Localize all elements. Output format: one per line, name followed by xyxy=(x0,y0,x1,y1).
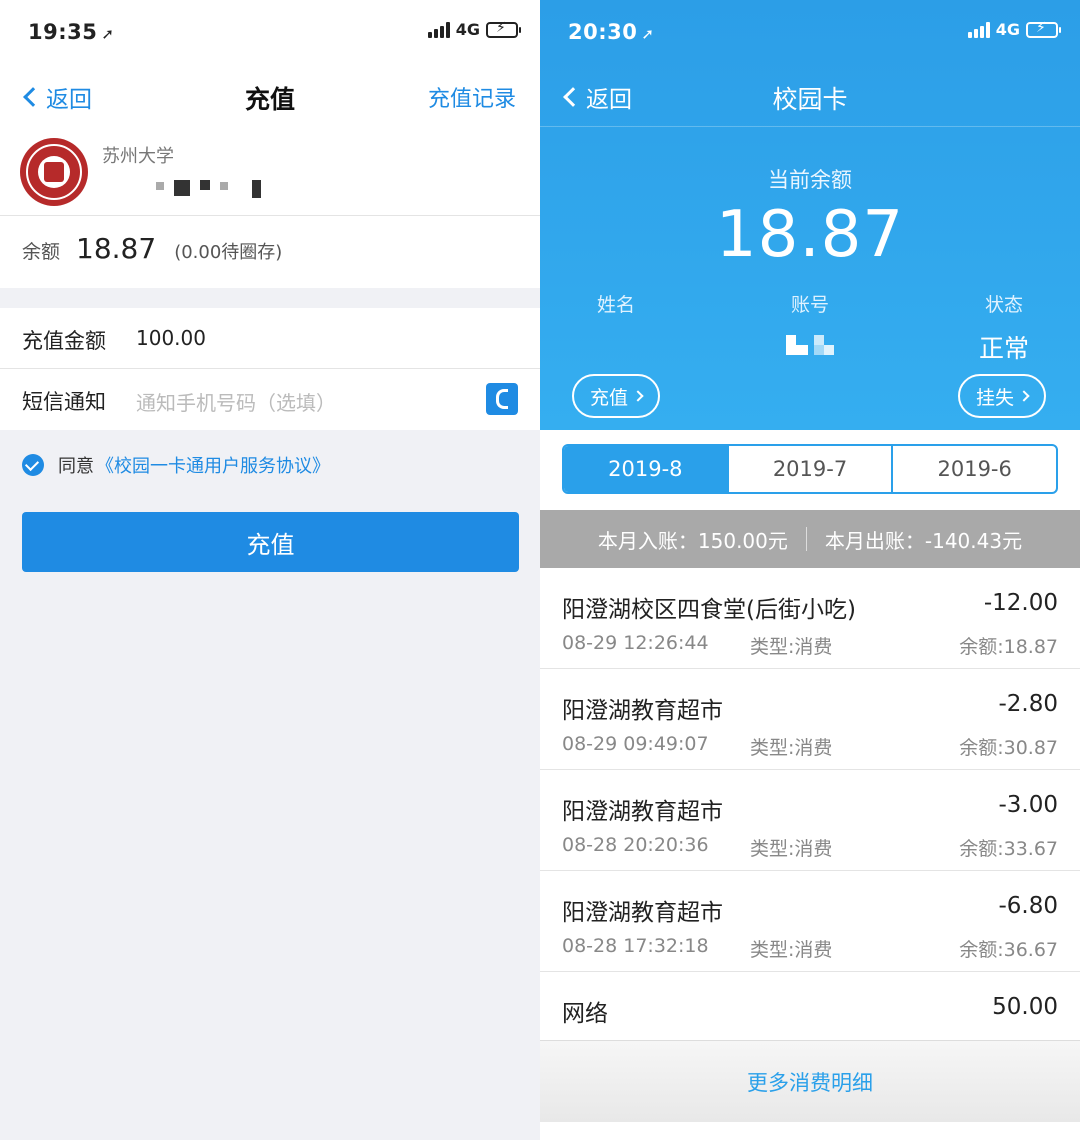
month-tabs: 2019-8 2019-7 2019-6 xyxy=(562,444,1058,494)
transaction-time: 08-29 09:49:07 xyxy=(562,733,709,755)
monthly-expense: 本月出账：-140.43元 xyxy=(824,528,1023,553)
masked-account xyxy=(786,335,834,355)
agreement-link[interactable]: 《校园一卡通用户服务协议》 xyxy=(96,452,330,478)
recharge-button[interactable]: 充值 xyxy=(572,374,660,418)
amount-row[interactable]: 充值金额 100.00 xyxy=(0,308,540,369)
status-bar: 19:35 ➚ 4G ⚡ xyxy=(0,0,540,68)
divider xyxy=(0,215,540,216)
status-indicators: 4G ⚡ xyxy=(967,20,1061,39)
name-column: 姓名 xyxy=(540,290,706,317)
phone-input[interactable]: 通知手机号码（选填） xyxy=(136,387,336,416)
account-label: 账号 xyxy=(790,294,829,316)
status-label: 状态 xyxy=(984,294,1023,316)
name-label: 姓名 xyxy=(596,294,635,316)
signal-icon xyxy=(427,22,450,38)
balance-header: 20:30 ➚ 4G ⚡ 返回 校园卡 当前余额 18.87 姓名 账号 状态 … xyxy=(540,0,1080,430)
checkmark-icon[interactable] xyxy=(22,454,44,476)
list-item[interactable]: 阳澄湖校区四食堂(后街小吃) -12.00 08-29 12:26:44 类型:… xyxy=(540,568,1080,669)
transaction-amount: -2.80 xyxy=(998,691,1058,717)
status-value: 正常 xyxy=(978,334,1029,363)
divider xyxy=(805,527,807,551)
current-balance-label: 当前余额 xyxy=(768,168,852,192)
balance-label: 余额 xyxy=(22,241,61,263)
agreement-prefix: 同意 xyxy=(58,456,94,477)
recharge-button-label: 充值 xyxy=(589,386,628,409)
transaction-time: 08-28 17:32:18 xyxy=(562,935,709,957)
report-lost-button[interactable]: 挂失 xyxy=(958,374,1046,418)
monthly-summary: 本月入账：150.00元 本月出账：-140.43元 xyxy=(540,510,1080,568)
tab-2019-7[interactable]: 2019-7 xyxy=(729,446,894,492)
tab-2019-6[interactable]: 2019-6 xyxy=(893,446,1056,492)
transaction-list: 阳澄湖校区四食堂(后街小吃) -12.00 08-29 12:26:44 类型:… xyxy=(540,568,1080,1073)
recharge-submit-button[interactable]: 充值 xyxy=(22,512,519,572)
merchant-name: 阳澄湖教育超市 xyxy=(562,698,723,724)
nav-bar: 返回 充值 充值记录 xyxy=(0,68,540,126)
agreement-row: 同意 《校园一卡通用户服务协议》 xyxy=(22,452,330,478)
balance-after: 余额:36.67 xyxy=(959,939,1058,961)
balance-after: 余额:18.87 xyxy=(959,636,1058,658)
phone-book-icon[interactable] xyxy=(486,383,518,415)
transaction-type: 类型:消费 xyxy=(750,636,833,658)
page-title: 校园卡 xyxy=(772,85,848,114)
sms-row: 短信通知 通知手机号码（选填） xyxy=(0,369,540,430)
more-details-button[interactable]: 更多消费明细 xyxy=(540,1040,1080,1122)
divider xyxy=(540,126,1080,127)
status-bar: 20:30 ➚ 4G ⚡ xyxy=(540,0,1080,68)
card-info: 苏州大学 余额 18.87 (0.00待圈存) xyxy=(0,126,540,288)
balance-row: 余额 18.87 (0.00待圈存) xyxy=(22,232,282,265)
merchant-name: 阳澄湖教育超市 xyxy=(562,900,723,926)
list-item[interactable]: 阳澄湖教育超市 -3.00 08-28 20:20:36 类型:消费 余额:33… xyxy=(540,770,1080,871)
status-column: 状态 正常 xyxy=(914,290,1080,365)
pending-amount: (0.00待圈存) xyxy=(174,242,283,263)
battery-charging-icon: ⚡ xyxy=(1026,20,1061,38)
list-item[interactable]: 阳澄湖教育超市 -2.80 08-29 09:49:07 类型:消费 余额:30… xyxy=(540,669,1080,770)
account-column: 账号 xyxy=(720,290,900,355)
network-type: 4G xyxy=(455,20,480,39)
transaction-amount: -6.80 xyxy=(998,893,1058,919)
transaction-amount: -12.00 xyxy=(983,590,1058,616)
network-type: 4G xyxy=(995,20,1020,39)
bottom-spacer xyxy=(540,1122,1080,1140)
location-arrow-icon: ➚ xyxy=(641,25,655,43)
campus-card-screen: 20:30 ➚ 4G ⚡ 返回 校园卡 当前余额 18.87 姓名 账号 状态 … xyxy=(540,0,1080,1140)
merchant-name: 阳澄湖教育超市 xyxy=(562,799,723,825)
balance-after: 余额:30.87 xyxy=(959,737,1058,759)
merchant-name: 网络 xyxy=(562,1001,608,1027)
status-indicators: 4G ⚡ xyxy=(427,20,521,39)
status-time: 20:30 ➚ xyxy=(568,20,655,44)
university-seal-icon xyxy=(20,138,88,206)
amount-label: 充值金额 xyxy=(22,329,106,353)
tab-2019-8[interactable]: 2019-8 xyxy=(564,446,729,492)
location-arrow-icon: ➚ xyxy=(101,25,115,43)
chevron-right-icon xyxy=(632,390,644,402)
balance-after: 余额:33.67 xyxy=(959,838,1058,860)
battery-charging-icon: ⚡ xyxy=(486,20,521,38)
transaction-amount: 50.00 xyxy=(992,994,1058,1020)
transaction-time: 08-29 12:26:44 xyxy=(562,632,709,654)
masked-card-owner xyxy=(156,180,261,198)
transaction-amount: -3.00 xyxy=(998,792,1058,818)
recharge-history-link[interactable]: 充值记录 xyxy=(428,81,516,113)
school-name: 苏州大学 xyxy=(102,146,174,167)
monthly-income: 本月入账：150.00元 xyxy=(597,528,788,553)
recharge-form: 充值金额 100.00 短信通知 通知手机号码（选填） xyxy=(0,308,540,430)
status-time: 19:35 ➚ xyxy=(28,20,115,44)
transaction-type: 类型:消费 xyxy=(750,939,833,961)
list-item[interactable]: 阳澄湖教育超市 -6.80 08-28 17:32:18 类型:消费 余额:36… xyxy=(540,871,1080,972)
merchant-name: 阳澄湖校区四食堂(后街小吃) xyxy=(562,597,856,623)
report-lost-button-label: 挂失 xyxy=(975,386,1014,409)
transaction-type: 类型:消费 xyxy=(750,838,833,860)
transaction-time: 08-28 20:20:36 xyxy=(562,834,709,856)
current-balance-value: 18.87 xyxy=(715,198,905,272)
signal-icon xyxy=(967,22,990,38)
transaction-type: 类型:消费 xyxy=(750,737,833,759)
sms-label: 短信通知 xyxy=(22,390,106,414)
nav-bar: 返回 校园卡 xyxy=(540,68,1080,126)
chevron-right-icon xyxy=(1018,390,1030,402)
recharge-screen: 19:35 ➚ 4G ⚡ 返回 充值 充值记录 苏州大学 余额 18.87 (0.… xyxy=(0,0,540,1140)
amount-input[interactable]: 100.00 xyxy=(136,326,206,350)
balance-value: 18.87 xyxy=(76,232,157,265)
